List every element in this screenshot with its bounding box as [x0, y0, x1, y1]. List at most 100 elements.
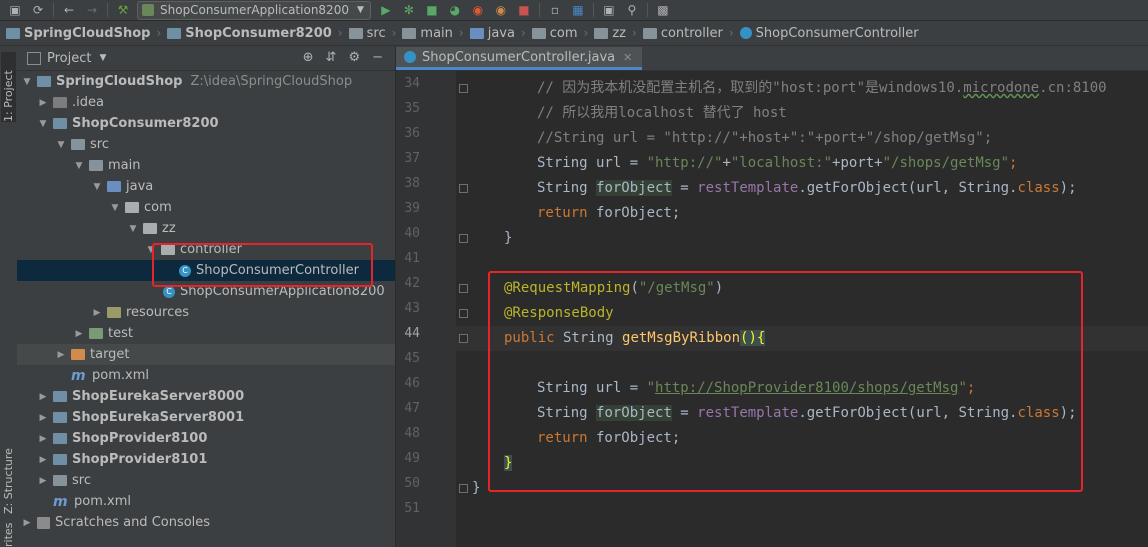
tool-tab-favorites[interactable]: rites	[1, 520, 16, 547]
fold-marker-icon[interactable]	[459, 184, 468, 193]
tree-item-shopconsumercontroller[interactable]: C ShopConsumerController	[17, 260, 395, 281]
fold-marker-icon[interactable]	[459, 484, 468, 493]
tree-item-test[interactable]: ▶ test	[17, 323, 395, 344]
project-structure-icon[interactable]: ▦	[570, 2, 586, 18]
search-icon[interactable]: ⚲	[624, 2, 640, 18]
package-icon	[594, 27, 609, 39]
tree-item-com[interactable]: ▼ com	[17, 197, 395, 218]
vcs-icon[interactable]: ◉	[493, 2, 509, 18]
run-configuration-select[interactable]: ShopConsumerApplication8200 ▼	[137, 0, 371, 20]
tree-item-java[interactable]: ▼ java	[17, 176, 395, 197]
breadcrumb-item-main[interactable]: main	[402, 26, 453, 41]
tree-item-root-src[interactable]: ▶ src	[17, 470, 395, 491]
expand-arrow-icon[interactable]: ▼	[109, 203, 121, 213]
tree-item-root-pom[interactable]: m pom.xml	[17, 491, 395, 512]
expand-arrow-icon[interactable]: ▼	[73, 161, 85, 171]
tree-item-target[interactable]: ▶ target	[17, 344, 395, 365]
tree-item-controller[interactable]: ▼ controller	[17, 239, 395, 260]
tree-item-shopeurekaserver8000[interactable]: ▶ ShopEurekaServer8000	[17, 386, 395, 407]
tree-item-main[interactable]: ▼ main	[17, 155, 395, 176]
expand-arrow-icon[interactable]: ▼	[145, 245, 157, 255]
plugin-icon[interactable]: ▩	[655, 2, 671, 18]
tree-item-scratches[interactable]: ▶ Scratches and Consoles	[17, 512, 395, 533]
collapse-icon[interactable]: ⇵	[326, 50, 337, 65]
expand-arrow-icon[interactable]: ▼	[55, 140, 67, 150]
back-icon[interactable]: ←	[61, 2, 77, 18]
collapse-arrow-icon[interactable]: ▶	[37, 455, 49, 465]
line-number: 35	[404, 101, 420, 116]
tool-tab-structure[interactable]: Z: Structure	[1, 424, 16, 514]
breadcrumb-item-java[interactable]: java	[469, 26, 515, 41]
tree-item-shopconsumer8200[interactable]: ▼ ShopConsumer8200	[17, 113, 395, 134]
expand-arrow-icon[interactable]: ▼	[21, 77, 33, 87]
tab-shopconsumercontroller[interactable]: ShopConsumerController.java ✕	[396, 47, 643, 70]
tree-item-zz[interactable]: ▼ zz	[17, 218, 395, 239]
fold-marker-icon[interactable]	[459, 309, 468, 318]
fold-marker-icon[interactable]	[459, 334, 468, 343]
code-token: +	[722, 155, 731, 171]
expand-arrow-icon[interactable]: ▼	[127, 224, 139, 234]
tree-item-idea[interactable]: ▶ .idea	[17, 92, 395, 113]
structure-icon[interactable]: ▫	[547, 2, 563, 18]
fold-marker-icon[interactable]	[459, 284, 468, 293]
project-panel-title[interactable]: Project	[47, 51, 91, 66]
code-line-40: }	[504, 226, 512, 251]
stop-icon[interactable]: ◉	[470, 2, 486, 18]
save-icon[interactable]: ▣	[7, 2, 23, 18]
code-method: getMsgByRibbon	[622, 330, 741, 346]
collapse-arrow-icon[interactable]: ▶	[73, 329, 85, 339]
collapse-arrow-icon[interactable]: ▶	[37, 476, 49, 486]
package-icon	[642, 27, 657, 39]
code-editor[interactable]: 34 35 36 37 38 39 40 41 42 43 44 45 46 4…	[396, 71, 1148, 547]
locate-icon[interactable]: ⊕	[303, 50, 314, 65]
code-annotation: @ResponseBody	[504, 305, 614, 321]
breadcrumb-item-module[interactable]: ShopConsumer8200	[167, 26, 332, 41]
collapse-arrow-icon[interactable]: ▶	[37, 98, 49, 108]
layout-icon[interactable]: ▣	[601, 2, 617, 18]
collapse-arrow-icon[interactable]: ▶	[55, 350, 67, 360]
build-icon[interactable]: ⚒	[115, 2, 131, 18]
hide-icon[interactable]: −	[372, 50, 383, 65]
breadcrumb-item-zz[interactable]: zz	[594, 26, 626, 41]
folder-icon	[348, 27, 363, 39]
breadcrumb-item-class[interactable]: ShopConsumerController	[739, 26, 919, 41]
run-icon[interactable]: ▶	[378, 2, 394, 18]
tool-tab-project[interactable]: 1: Project	[1, 52, 16, 122]
close-icon[interactable]: ✕	[623, 51, 632, 64]
coverage-icon[interactable]: ■	[424, 2, 440, 18]
expand-arrow-icon[interactable]: ▼	[91, 182, 103, 192]
code-variable: forObject	[596, 180, 672, 196]
tree-item-pom[interactable]: m pom.xml	[17, 365, 395, 386]
sync-icon[interactable]: ⟳	[30, 2, 46, 18]
tree-item-springcloudshop[interactable]: ▼ SpringCloudShop Z:\idea\SpringCloudSho…	[17, 71, 395, 92]
tree-item-shopprovider8101[interactable]: ▶ ShopProvider8101	[17, 449, 395, 470]
collapse-arrow-icon[interactable]: ▶	[37, 434, 49, 444]
fold-marker-icon[interactable]	[459, 84, 468, 93]
tree-item-label: ShopConsumerApplication8200	[180, 284, 385, 299]
collapse-arrow-icon[interactable]: ▶	[37, 392, 49, 402]
gear-icon[interactable]: ⚙	[348, 50, 360, 65]
expand-arrow-icon[interactable]: ▼	[37, 119, 49, 129]
breadcrumb-item-project[interactable]: SpringCloudShop	[6, 26, 150, 41]
collapse-arrow-icon[interactable]: ▶	[91, 308, 103, 318]
code-keyword: public	[504, 330, 555, 346]
stop-all-icon[interactable]: ■	[516, 2, 532, 18]
code-line-43: @ResponseBody	[504, 301, 614, 326]
breadcrumb-item-src[interactable]: src	[348, 26, 386, 41]
tree-item-resources[interactable]: ▶ resources	[17, 302, 395, 323]
breadcrumb-item-com[interactable]: com	[531, 26, 578, 41]
collapse-arrow-icon[interactable]: ▶	[37, 413, 49, 423]
chevron-down-icon[interactable]: ▼	[99, 53, 106, 63]
code-string: "/shops/getMsg"	[882, 155, 1010, 171]
fold-marker-icon[interactable]	[459, 234, 468, 243]
tree-item-src[interactable]: ▼ src	[17, 134, 395, 155]
collapse-arrow-icon[interactable]: ▶	[21, 518, 33, 528]
profile-icon[interactable]: ◕	[447, 2, 463, 18]
breadcrumb-item-controller[interactable]: controller	[642, 26, 723, 41]
code-url-link[interactable]: http://ShopProvider8100/shops/getMsg	[655, 380, 958, 396]
debug-icon[interactable]: ✻	[401, 2, 417, 18]
forward-icon[interactable]: →	[84, 2, 100, 18]
tree-item-shopconsumerapplication8200[interactable]: C ShopConsumerApplication8200	[17, 281, 395, 302]
tree-item-shopprovider8100[interactable]: ▶ ShopProvider8100	[17, 428, 395, 449]
tree-item-shopeurekaserver8001[interactable]: ▶ ShopEurekaServer8001	[17, 407, 395, 428]
